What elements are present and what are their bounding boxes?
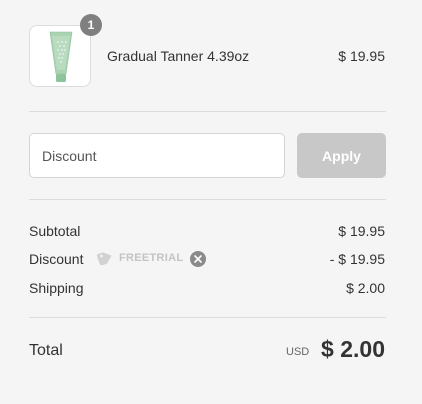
remove-discount-button[interactable] [190, 251, 206, 267]
subtotal-value: $ 19.95 [338, 223, 385, 239]
divider [29, 317, 386, 318]
apply-discount-button[interactable]: Apply [297, 133, 386, 178]
shipping-label: Shipping [29, 280, 84, 296]
close-icon [194, 255, 202, 263]
total-amount: $ 2.00 [321, 336, 385, 362]
subtotal-label: Subtotal [29, 223, 81, 239]
product-tube-image [49, 31, 73, 82]
product-price: $ 19.95 [338, 48, 385, 64]
discount-value: - $ 19.95 [329, 251, 385, 267]
discount-label: Discount [29, 251, 84, 267]
discount-code-input[interactable] [29, 133, 285, 178]
product-name: Gradual Tanner 4.39oz [107, 48, 250, 64]
shipping-value: $ 2.00 [346, 280, 385, 296]
tag-icon [97, 252, 112, 265]
discount-code-tag: FREETRIAL [97, 251, 183, 265]
divider [29, 111, 386, 112]
currency-code: USD [286, 346, 310, 358]
total-label: Total [29, 342, 63, 359]
product-thumbnail [29, 25, 91, 87]
discount-code-text: FREETRIAL [119, 252, 184, 264]
divider [29, 199, 386, 200]
quantity-badge: 1 [80, 14, 102, 36]
